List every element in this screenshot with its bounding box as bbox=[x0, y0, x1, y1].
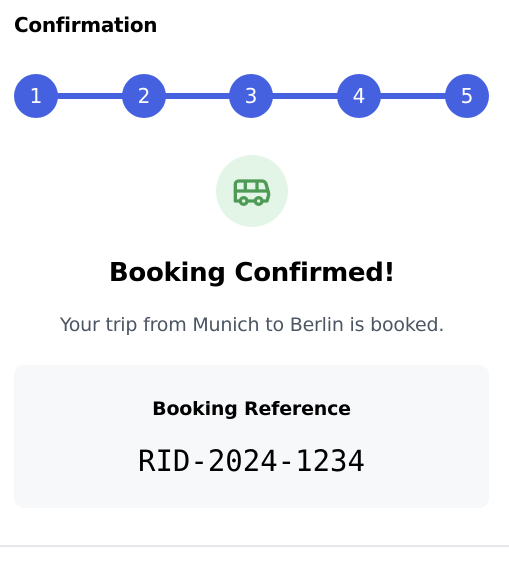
confirmation-heading: Booking Confirmed! bbox=[108, 258, 396, 288]
success-icon-badge bbox=[216, 155, 288, 227]
step-1: 1 bbox=[14, 74, 58, 118]
step-5: 5 bbox=[445, 74, 489, 118]
booking-reference-card: Booking Reference RID-2024-1234 bbox=[14, 365, 489, 508]
step-3: 3 bbox=[229, 74, 273, 118]
progress-stepper: 1 2 3 4 5 bbox=[14, 74, 489, 118]
confirmation-page: Confirmation 1 2 3 4 5 Booking Confirmed… bbox=[0, 0, 509, 569]
booking-reference-code: RID-2024-1234 bbox=[138, 444, 365, 478]
booking-reference-label: Booking Reference bbox=[152, 398, 351, 420]
bus-icon bbox=[233, 179, 271, 206]
bottom-divider bbox=[0, 545, 509, 547]
step-4: 4 bbox=[337, 74, 381, 118]
confirmation-message: Your trip from Munich to Berlin is booke… bbox=[59, 314, 445, 336]
step-2: 2 bbox=[122, 74, 166, 118]
page-title: Confirmation bbox=[14, 13, 158, 37]
